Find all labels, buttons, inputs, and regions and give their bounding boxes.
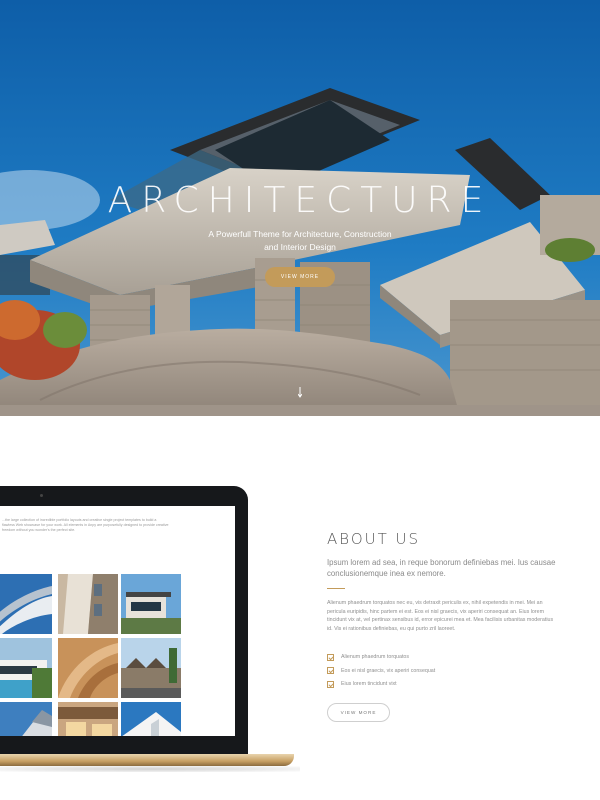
hero-subtitle: A Powerfull Theme for Architecture, Cons… (0, 228, 600, 254)
hero-section: ARCHITECTURE A Powerfull Theme for Archi… (0, 0, 600, 416)
checklist-item: Alienum phaedrum torquatos (327, 650, 567, 664)
checkbox-icon (327, 653, 334, 661)
laptop-base (0, 754, 294, 766)
portfolio-thumb-white-villa-pool[interactable] (0, 638, 52, 698)
checklist-item: Eos ei nisl graecis, vix aperiri consequ… (327, 664, 567, 678)
hero-title: ARCHITECTURE (107, 180, 493, 221)
laptop-mockup: ...the large collection of incredible po… (0, 486, 300, 776)
screen-intro-text: ...the large collection of incredible po… (2, 518, 169, 533)
checkbox-icon (327, 667, 334, 675)
about-section: ABOUT US Ipsum lorem ad sea, in reque bo… (327, 530, 567, 722)
about-title: ABOUT US (327, 530, 421, 548)
portfolio-thumb-curved-facade[interactable] (0, 574, 52, 634)
hero-subtitle-line-2: and Interior Design (264, 242, 336, 252)
about-lead: Ipsum lorem ad sea, in reque bonorum def… (327, 558, 556, 578)
hero-subtitle-line-1: A Powerfull Theme for Architecture, Cons… (208, 229, 392, 239)
about-body: Alienum phaedrum torquatos nec eu, vis d… (327, 600, 554, 632)
portfolio-thumb-townhouses[interactable] (121, 638, 181, 698)
checklist-item: Eius lorem tincidunt vixt (327, 677, 567, 691)
checkbox-icon (327, 680, 334, 688)
portfolio-thumb-house-dusk[interactable] (58, 702, 118, 736)
checklist-item-label: Alienum phaedrum torquatos (341, 654, 410, 661)
checklist-item-label: Eos ei nisl graecis, vix aperiri consequ… (341, 667, 436, 674)
about-view-more-button[interactable]: VIEW MORE (327, 702, 390, 722)
portfolio-thumb-wood-interior[interactable] (58, 638, 118, 698)
laptop-screen: ...the large collection of incredible po… (0, 506, 235, 736)
camera-dot (40, 494, 43, 497)
laptop-shadow (0, 766, 300, 772)
hero-view-more-button[interactable]: VIEW MORE (265, 267, 335, 287)
about-divider (327, 588, 345, 589)
portfolio-thumb-modern-house[interactable] (121, 574, 181, 634)
scroll-down-arrow-icon[interactable] (298, 387, 302, 399)
checklist-item-label: Eius lorem tincidunt vixt (341, 681, 397, 688)
portfolio-thumb-facade-detail[interactable] (0, 702, 52, 736)
portfolio-thumb-angled-panels[interactable] (58, 574, 118, 634)
about-checklist: Alienum phaedrum torquatos Eos ei nisl g… (327, 650, 567, 691)
portfolio-thumb-white-wall[interactable] (121, 702, 181, 736)
